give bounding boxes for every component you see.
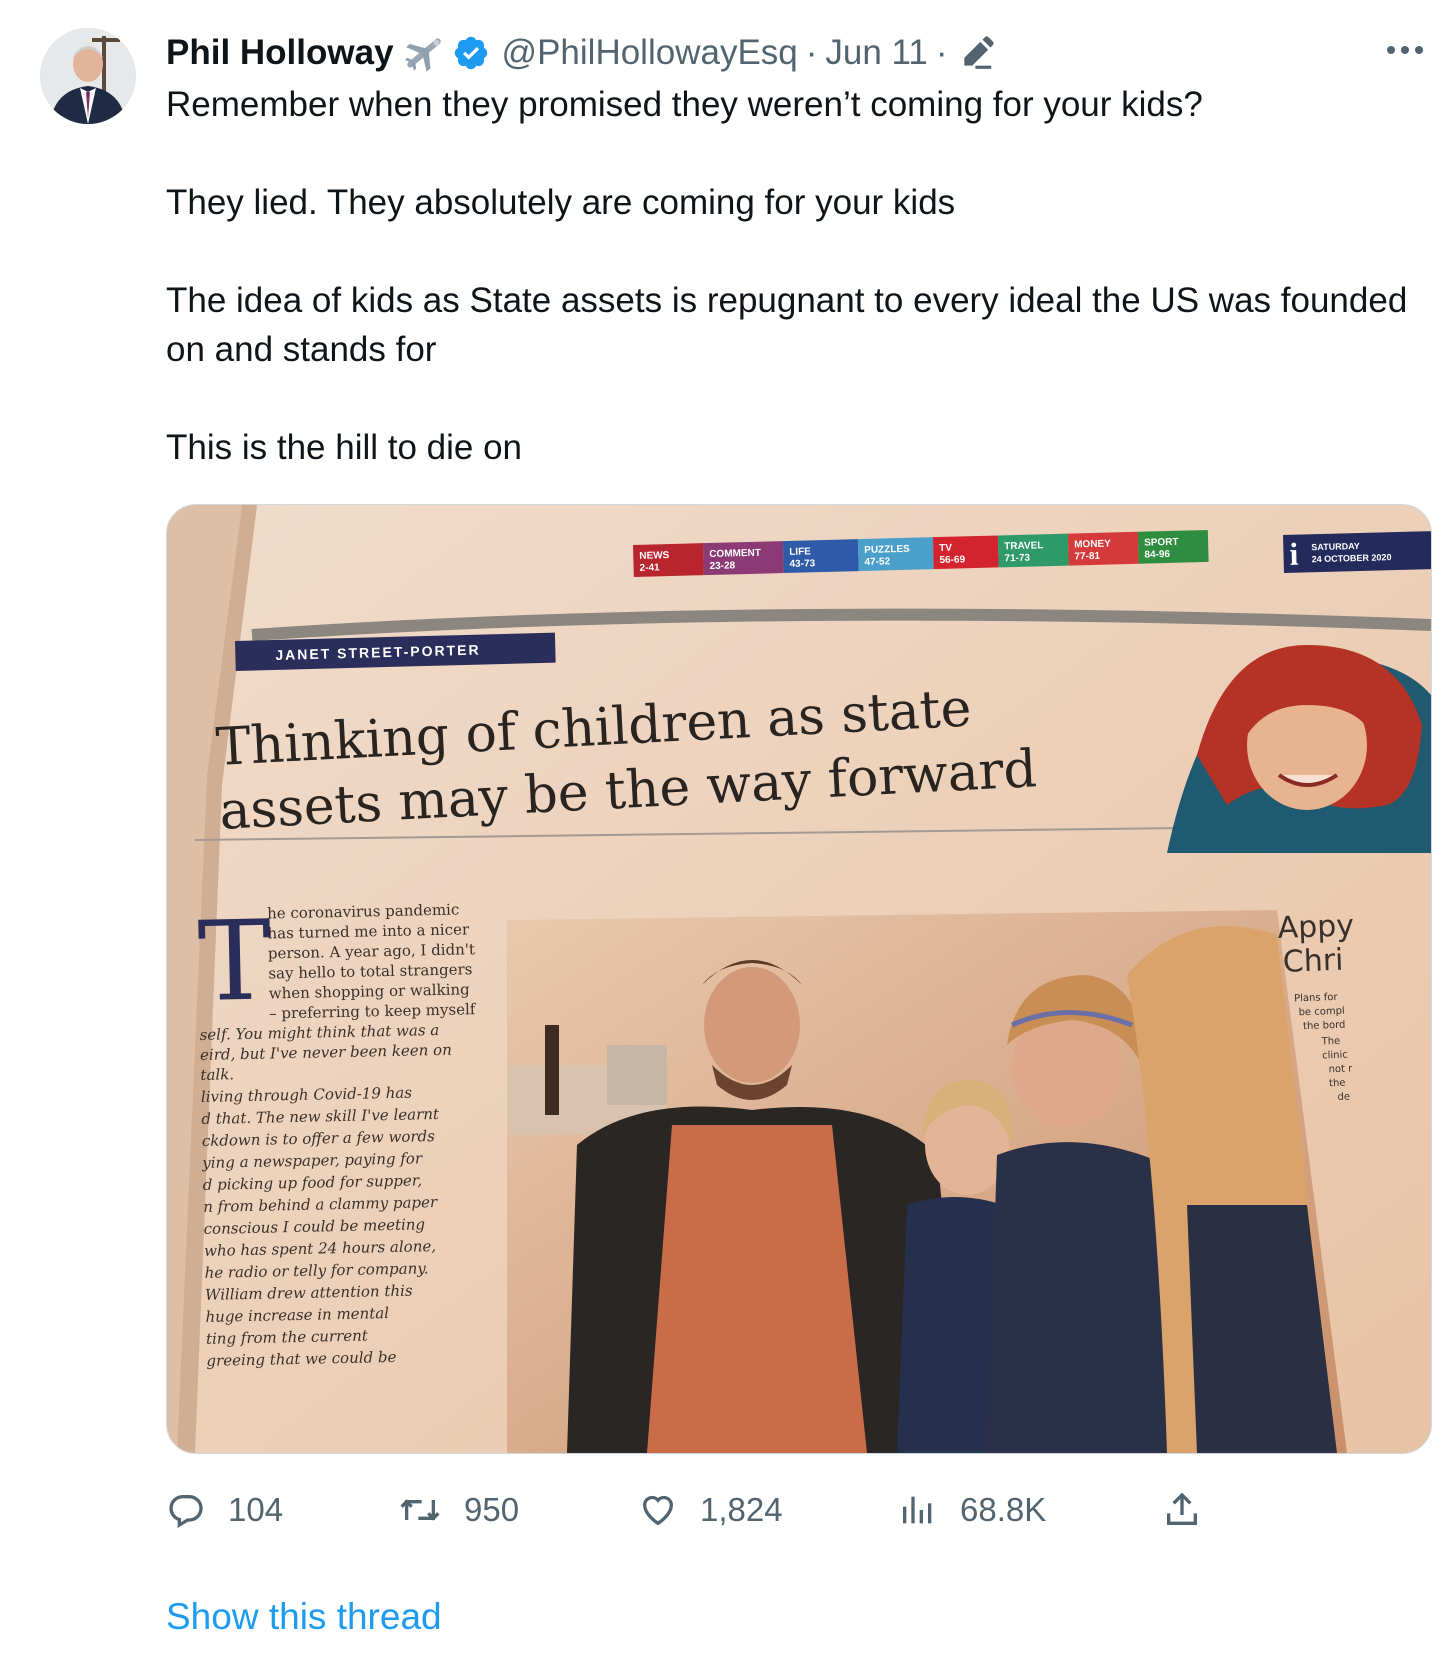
repost-count: 950: [464, 1491, 520, 1528]
reply-count: 104: [228, 1491, 284, 1528]
article-line: talk.: [200, 1065, 234, 1084]
repost-button[interactable]: 950: [398, 1480, 519, 1540]
avatar[interactable]: [40, 28, 136, 124]
paper-date-full: 24 OCTOBER 2020: [1312, 552, 1392, 564]
tweet-text: Remember when they promised they weren’t…: [166, 80, 1416, 472]
sidebar-line: the: [1329, 1078, 1346, 1090]
show-thread-link[interactable]: Show this thread: [166, 1596, 442, 1638]
share-icon: [1162, 1490, 1202, 1530]
display-name[interactable]: Phil Holloway: [166, 33, 394, 73]
header-separator-2: ·: [935, 33, 948, 72]
action-bar: 104 950 1,824 68.8K: [166, 1480, 1226, 1540]
more-options-icon[interactable]: [1380, 30, 1430, 70]
sidebar-line: the bord: [1303, 1020, 1346, 1032]
like-count: 1,824: [700, 1491, 783, 1528]
sidebar-title: Appy: [1277, 908, 1355, 946]
tweet-paragraph: They lied. They absolutely are coming fo…: [166, 183, 956, 222]
airplane-icon: [402, 33, 446, 73]
nav-tab-pages: 43-73: [789, 558, 815, 570]
sidebar-line: clinic: [1322, 1050, 1348, 1062]
nav-tab-pages: 47-52: [864, 556, 890, 568]
sidebar-line: The: [1320, 1036, 1340, 1048]
sidebar-line: be compl: [1298, 1006, 1345, 1019]
reply-icon: [166, 1490, 206, 1530]
nav-tab-pages: 84-96: [1144, 549, 1170, 561]
nav-tab-pages: 2-41: [639, 562, 660, 574]
newspaper-photo: NEWS 2-41 COMMENT 23-28 LIFE 43-73 PUZZL…: [167, 505, 1431, 1453]
like-button[interactable]: 1,824: [638, 1480, 783, 1540]
nav-tab-pages: 56-69: [939, 554, 965, 566]
share-button[interactable]: [1162, 1480, 1224, 1540]
tweet-paragraph: Remember when they promised they weren’t…: [166, 85, 1203, 124]
sidebar-line: not r: [1328, 1063, 1353, 1075]
nav-tab-pages: 23-28: [709, 560, 735, 572]
nav-tab-pages: 71-73: [1004, 553, 1030, 565]
drop-cap: T: [197, 896, 273, 1026]
tweet-date[interactable]: Jun 11: [825, 33, 928, 73]
nav-tab-label: NEWS: [639, 550, 670, 562]
views-button[interactable]: 68.8K: [898, 1480, 1046, 1540]
masthead-letter: i: [1289, 536, 1299, 572]
nav-tab-label: SPORT: [1144, 537, 1179, 549]
heart-icon: [638, 1490, 678, 1530]
paper-date-day: SATURDAY: [1311, 541, 1360, 552]
tweet-paragraph: The idea of kids as State assets is repu…: [166, 281, 1408, 369]
avatar-photo: [40, 28, 136, 124]
edited-pencil-icon[interactable]: [958, 34, 996, 72]
header-separator: ·: [805, 33, 818, 72]
reply-button[interactable]: 104: [166, 1480, 283, 1540]
tweet: Phil Holloway @PhilHollowayEsq · Jun 11 …: [0, 0, 1456, 1665]
sidebar-line: de: [1337, 1092, 1350, 1103]
nav-tab-label: MONEY: [1074, 538, 1111, 550]
views-count: 68.8K: [960, 1491, 1047, 1528]
views-chart-icon: [898, 1490, 938, 1530]
nav-tab-label: TV: [939, 543, 952, 554]
repost-icon: [398, 1490, 442, 1530]
nav-tab-label: PUZZLES: [864, 544, 910, 556]
handle[interactable]: @PhilHollowayEsq: [502, 33, 798, 73]
tweet-paragraph: This is the hill to die on: [166, 428, 523, 467]
sidebar-title: Chri: [1282, 943, 1344, 980]
article-line: huge increase in mental: [205, 1304, 389, 1326]
nav-tab-label: LIFE: [789, 546, 811, 558]
tweet-header: Phil Holloway @PhilHollowayEsq · Jun 11 …: [166, 28, 996, 78]
sidebar-line: Plans for: [1294, 992, 1339, 1005]
nav-tab-pages: 77-81: [1074, 551, 1100, 563]
kitchen-photo: [507, 910, 1347, 1453]
article-line: ting from the current: [206, 1326, 369, 1347]
verified-badge-icon[interactable]: [452, 34, 490, 72]
nav-tab-label: TRAVEL: [1004, 540, 1044, 552]
nav-tab-label: COMMENT: [709, 548, 761, 560]
tweet-media-image[interactable]: NEWS 2-41 COMMENT 23-28 LIFE 43-73 PUZZL…: [166, 504, 1432, 1454]
